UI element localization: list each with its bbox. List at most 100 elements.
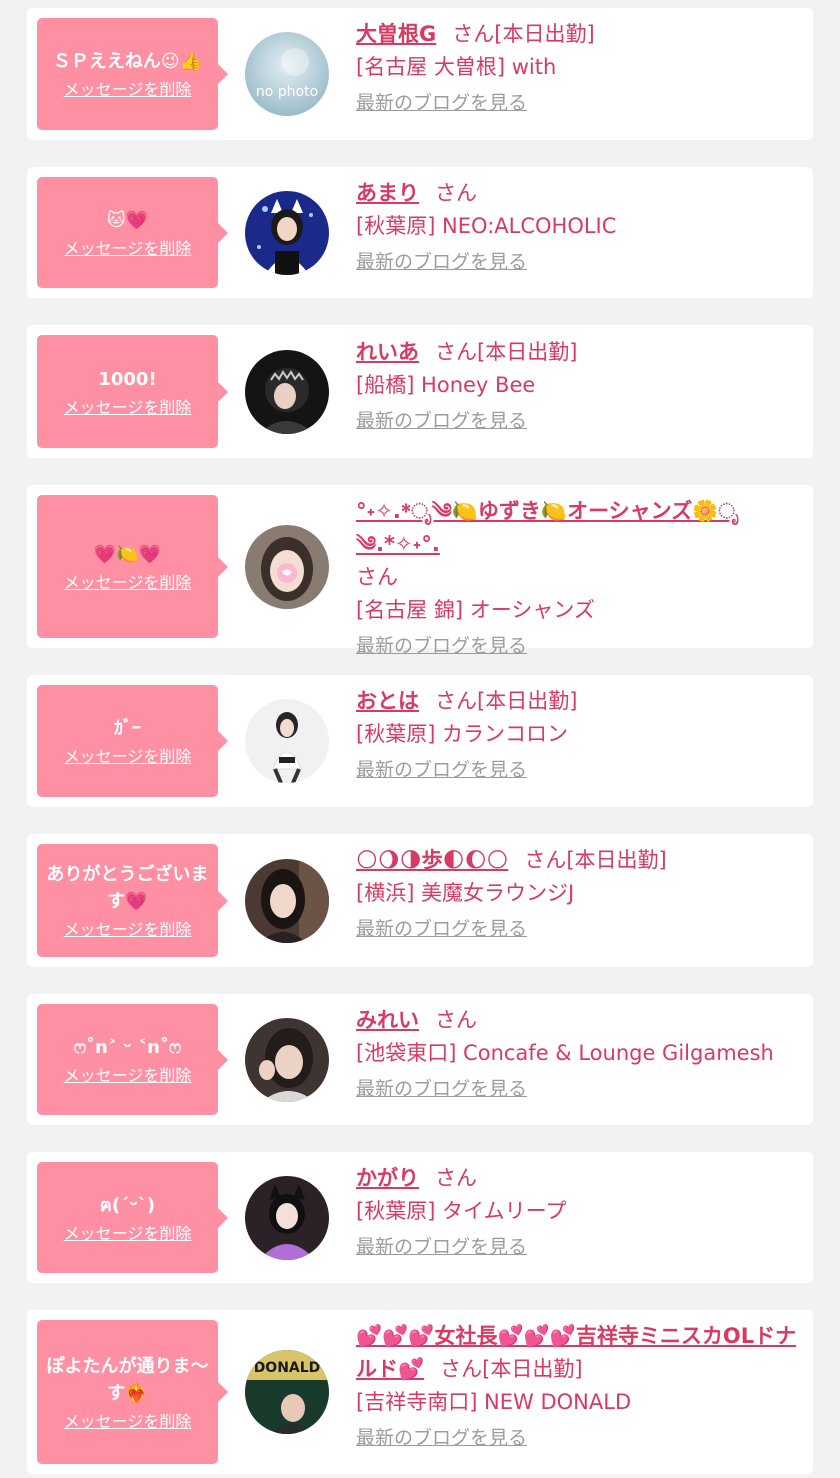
profile-info: みれい さん [池袋東口] Concafe & Lounge Gilgamesh … <box>356 1004 804 1105</box>
avatar-logo-text: DONALD <box>254 1360 321 1376</box>
message-card: ෆ˚n˃ ᵕ ˂n˚ෆ メッセージを削除 みれい さん [池袋東口] Concaf… <box>27 994 813 1125</box>
avatar-image <box>245 699 329 783</box>
attendance-status: [本日出勤] <box>477 340 578 364</box>
message-card: ｶﾞｰ メッセージを削除 おとは さん[本日出勤] [秋葉原] カランコロン 最新… <box>27 675 813 807</box>
honorific: さん <box>524 848 567 872</box>
cast-name-link[interactable]: 🌕🌖🌗歩🌓🌔🌕 <box>356 848 508 872</box>
attendance-status: [本日出勤] <box>566 848 667 872</box>
honorific: さん <box>435 689 477 713</box>
cast-name-link[interactable]: れいあ <box>356 340 419 364</box>
message-card: 1000! メッセージを削除 れいあ さん[本日出勤] [船橋] Honey Be… <box>27 325 813 458</box>
message-card: ぽよたんが通りま〜す❤️‍🔥 メッセージを削除 DONALD 💕💕💕女社長💕💕💕… <box>27 1310 813 1474</box>
delete-message-link[interactable]: メッセージを削除 <box>64 573 192 593</box>
cast-name-link[interactable]: かがり <box>356 1166 419 1190</box>
message-card: 💗🍋💗 メッセージを削除 °˖✧.*ೃ༄🍋ゆずき🍋オーシャンズ🌼ೃ༄.*✧˖°.… <box>27 485 813 657</box>
attendance-status: [本日出勤] <box>494 22 595 46</box>
message-list: ＳＰええねん😉👍 メッセージを削除 no photo 大曽根G さん[本日出勤] … <box>0 0 840 1478</box>
avatar[interactable] <box>245 525 329 609</box>
shop-name: [横浜] 美魔女ラウンジJ <box>356 881 575 905</box>
message-text: ぽよたんが通りま〜す❤️‍🔥 <box>46 1355 209 1404</box>
latest-blog-link[interactable]: 最新のブログを見る <box>356 916 527 942</box>
message-text: ฅ(ˊᵕˋ) <box>99 1194 156 1216</box>
avatar[interactable] <box>245 350 329 434</box>
avatar-placeholder-text: no photo <box>256 84 318 100</box>
profile-info: 🌕🌖🌗歩🌓🌔🌕 さん[本日出勤] [横浜] 美魔女ラウンジJ 最新のブログを見る <box>356 844 804 945</box>
avatar-image: DONALD <box>245 1350 329 1434</box>
cast-name-link[interactable]: あまり <box>356 181 419 205</box>
delete-message-link[interactable]: メッセージを削除 <box>64 747 192 767</box>
cast-name-link[interactable]: おとは <box>356 689 419 713</box>
latest-blog-link[interactable]: 最新のブログを見る <box>356 757 527 783</box>
attendance-status: [本日出勤] <box>477 689 578 713</box>
honorific: さん <box>356 565 398 589</box>
message-bubble: ෆ˚n˃ ᵕ ˂n˚ෆ メッセージを削除 <box>37 1004 228 1115</box>
avatar[interactable] <box>245 1176 329 1260</box>
message-text: ෆ˚n˃ ᵕ ˂n˚ෆ <box>73 1036 182 1058</box>
avatar[interactable] <box>245 859 329 943</box>
attendance-status: [本日出勤] <box>482 1357 583 1381</box>
cast-name-link[interactable]: 大曽根G <box>356 22 436 46</box>
message-bubble: 🐱💗 メッセージを削除 <box>37 177 228 288</box>
avatar-image <box>245 1176 329 1260</box>
message-bubble: 1000! メッセージを削除 <box>37 335 228 448</box>
latest-blog-link[interactable]: 最新のブログを見る <box>356 1076 527 1102</box>
shop-name: [秋葉原] NEO:ALCOHOLIC <box>356 214 617 238</box>
message-card: ありがとうございます💗 メッセージを削除 🌕🌖🌗歩🌓🌔🌕 さん[本日出勤] [横浜… <box>27 834 813 967</box>
avatar-image <box>245 859 329 943</box>
shop-name: [吉祥寺南口] NEW DONALD <box>356 1390 632 1414</box>
shop-name: [秋葉原] タイムリープ <box>356 1199 567 1223</box>
shop-name: [秋葉原] カランコロン <box>356 722 569 746</box>
profile-info: あまり さん [秋葉原] NEO:ALCOHOLIC 最新のブログを見る <box>356 177 804 278</box>
message-card: ฅ(ˊᵕˋ) メッセージを削除 かがり さん [秋葉原] タイムリープ 最新のブロ… <box>27 1152 813 1283</box>
profile-info: 大曽根G さん[本日出勤] [名古屋 大曽根] with 最新のブログを見る <box>356 18 804 119</box>
latest-blog-link[interactable]: 最新のブログを見る <box>356 1425 527 1451</box>
avatar-image <box>245 1018 329 1102</box>
message-text: ｶﾞｰ <box>114 718 141 739</box>
shop-name: [名古屋 錦] オーシャンズ <box>356 598 595 622</box>
honorific: さん <box>435 340 477 364</box>
message-card: ＳＰええねん😉👍 メッセージを削除 no photo 大曽根G さん[本日出勤] … <box>27 8 813 140</box>
latest-blog-link[interactable]: 最新のブログを見る <box>356 408 527 434</box>
honorific: さん <box>435 181 477 205</box>
latest-blog-link[interactable]: 最新のブログを見る <box>356 249 527 275</box>
message-text: 💗🍋💗 <box>93 543 162 565</box>
delete-message-link[interactable]: メッセージを削除 <box>64 1224 192 1244</box>
profile-info: かがり さん [秋葉原] タイムリープ 最新のブログを見る <box>356 1162 804 1263</box>
latest-blog-link[interactable]: 最新のブログを見る <box>356 1234 527 1260</box>
profile-info: おとは さん[本日出勤] [秋葉原] カランコロン 最新のブログを見る <box>356 685 804 786</box>
honorific: さん <box>435 1166 477 1190</box>
avatar-image <box>245 350 329 434</box>
no-photo-avatar-image: no photo <box>245 32 329 116</box>
delete-message-link[interactable]: メッセージを削除 <box>64 398 192 418</box>
message-bubble: 💗🍋💗 メッセージを削除 <box>37 495 228 638</box>
avatar[interactable]: no photo <box>245 32 329 116</box>
message-text: 1000! <box>98 368 157 390</box>
message-text: ＳＰええねん😉👍 <box>52 51 203 72</box>
message-bubble: ありがとうございます💗 メッセージを削除 <box>37 844 228 957</box>
cast-name-link[interactable]: °˖✧.*ೃ༄🍋ゆずき🍋オーシャンズ🌼ೃ༄.*✧˖°. <box>356 499 739 556</box>
delete-message-link[interactable]: メッセージを削除 <box>64 920 192 940</box>
delete-message-link[interactable]: メッセージを削除 <box>64 80 192 100</box>
latest-blog-link[interactable]: 最新のブログを見る <box>356 633 527 659</box>
message-text: ありがとうございます💗 <box>46 864 209 912</box>
latest-blog-link[interactable]: 最新のブログを見る <box>356 90 527 116</box>
cast-name-link[interactable]: みれい <box>356 1008 419 1032</box>
message-bubble: ぽよたんが通りま〜す❤️‍🔥 メッセージを削除 <box>37 1320 228 1464</box>
shop-name: [池袋東口] Concafe & Lounge Gilgamesh <box>356 1041 774 1065</box>
delete-message-link[interactable]: メッセージを削除 <box>64 239 192 259</box>
profile-info: れいあ さん[本日出勤] [船橋] Honey Bee 最新のブログを見る <box>356 336 804 437</box>
avatar[interactable] <box>245 699 329 783</box>
delete-message-link[interactable]: メッセージを削除 <box>64 1412 192 1432</box>
avatar-image <box>245 191 329 275</box>
shop-name: [名古屋 大曽根] with <box>356 55 557 79</box>
avatar[interactable]: DONALD <box>245 1350 329 1434</box>
avatar[interactable] <box>245 1018 329 1102</box>
message-bubble: ＳＰええねん😉👍 メッセージを削除 <box>37 18 228 130</box>
honorific: さん <box>452 22 495 46</box>
avatar[interactable] <box>245 191 329 275</box>
message-bubble: ｶﾞｰ メッセージを削除 <box>37 685 228 797</box>
message-card: 🐱💗 メッセージを削除 あまり さん [秋葉原] NEO:ALCOHOLIC 最新… <box>27 167 813 298</box>
profile-info: 💕💕💕女社長💕💕💕吉祥寺ミニスカOLドナルド💕 さん[本日出勤] [吉祥寺南口] … <box>356 1320 804 1454</box>
delete-message-link[interactable]: メッセージを削除 <box>64 1066 192 1086</box>
honorific: さん <box>435 1008 477 1032</box>
